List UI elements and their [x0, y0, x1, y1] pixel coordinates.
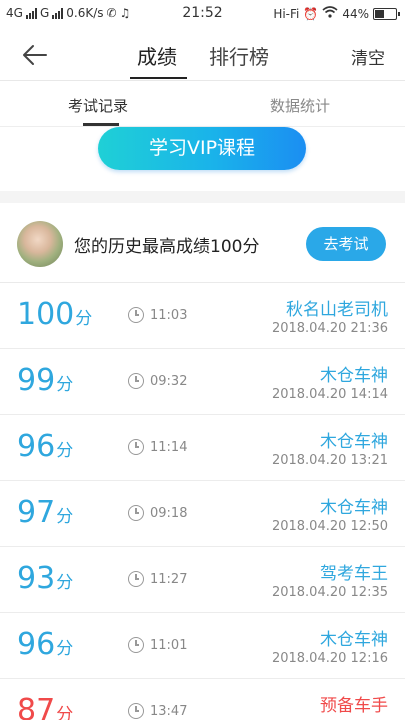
record-date: 2018.04.20 12:35 [271, 585, 388, 600]
active-subtab-indicator [83, 123, 119, 126]
wifi-icon [322, 6, 338, 21]
score-value: 96 [17, 627, 56, 662]
avatar[interactable] [17, 221, 63, 267]
battery-percent: 44% [342, 6, 369, 21]
list-item[interactable]: 87分 13:47 预备车手 [0, 679, 405, 720]
rank-title: 驾考车王 [320, 564, 388, 584]
duration: 09:32 [150, 373, 188, 389]
alarm-icon: ⏰ [303, 6, 319, 21]
sub-tabs: 考试记录 数据统计 [0, 81, 405, 127]
list-item[interactable]: 99分 09:32 木仓车神 2018.04.20 14:14 [0, 349, 405, 415]
score-value: 96 [17, 429, 56, 464]
record-date: 2018.04.20 12:50 [271, 519, 388, 534]
score-unit: 分 [56, 705, 74, 720]
score-value: 99 [17, 363, 56, 398]
duration: 13:47 [150, 703, 188, 719]
rank-title: 木仓车神 [320, 432, 388, 452]
tab-scores[interactable]: 成绩 [137, 41, 177, 70]
tab-ranking[interactable]: 排行榜 [209, 41, 269, 70]
score-value: 100 [17, 297, 75, 332]
rank-title: 木仓车神 [320, 498, 388, 518]
take-exam-button[interactable]: 去考试 [306, 227, 386, 261]
score-unit: 分 [56, 507, 74, 527]
back-arrow-icon[interactable] [20, 41, 50, 69]
list-item[interactable]: 96分 11:14 木仓车神 2018.04.20 13:21 [0, 415, 405, 481]
list-item[interactable]: 96分 11:01 木仓车神 2018.04.20 12:16 [0, 613, 405, 679]
clock-icon [128, 703, 144, 719]
section-divider [0, 191, 405, 203]
list-item[interactable]: 100分 11:03 秋名山老司机 2018.04.20 21:36 [0, 283, 405, 349]
clock-icon [128, 571, 144, 587]
clock-icon [128, 505, 144, 521]
score-unit: 分 [75, 309, 93, 329]
status-bar: 4G G 0.6K/s ✆ ♫ 21:52 Hi-Fi ⏰ 44% [0, 0, 405, 29]
score-value: 87 [17, 693, 56, 720]
hifi-label: Hi-Fi [273, 6, 300, 21]
record-date: 2018.04.20 13:21 [271, 453, 388, 468]
clock-icon [128, 439, 144, 455]
score-value: 93 [17, 561, 56, 596]
app-header: 成绩 排行榜 清空 [0, 29, 405, 81]
score-unit: 分 [56, 441, 74, 461]
clock-icon [128, 373, 144, 389]
record-date: 2018.04.20 14:14 [271, 387, 388, 402]
tab-data-stats[interactable]: 数据统计 [270, 95, 330, 116]
score-value: 97 [17, 495, 56, 530]
duration: 11:27 [150, 571, 188, 587]
record-date: 2018.04.20 21:36 [271, 321, 388, 336]
vip-section: 学习VIP课程 [0, 127, 405, 191]
rank-title: 木仓车神 [320, 366, 388, 386]
best-score-card: 您的历史最高成绩100分 去考试 [0, 203, 405, 283]
score-unit: 分 [56, 375, 74, 395]
list-item[interactable]: 93分 11:27 驾考车王 2018.04.20 12:35 [0, 547, 405, 613]
status-right: Hi-Fi ⏰ 44% [273, 6, 400, 21]
list-item[interactable]: 97分 09:18 木仓车神 2018.04.20 12:50 [0, 481, 405, 547]
rank-title: 秋名山老司机 [286, 300, 388, 320]
score-unit: 分 [56, 639, 74, 659]
record-date: 2018.04.20 12:16 [271, 651, 388, 666]
duration: 11:03 [150, 307, 188, 323]
vip-course-button[interactable]: 学习VIP课程 [98, 127, 306, 170]
clock-icon [128, 307, 144, 323]
active-tab-indicator [130, 77, 187, 79]
record-list: 100分 11:03 秋名山老司机 2018.04.20 21:36 99分 0… [0, 283, 405, 720]
duration: 11:14 [150, 439, 188, 455]
battery-icon [373, 7, 400, 20]
clock-icon [128, 637, 144, 653]
best-score-text: 您的历史最高成绩100分 [74, 237, 260, 257]
rank-title: 预备车手 [320, 696, 388, 716]
duration: 09:18 [150, 505, 188, 521]
duration: 11:01 [150, 637, 188, 653]
clear-button[interactable]: 清空 [351, 44, 385, 69]
tab-exam-records[interactable]: 考试记录 [68, 95, 128, 116]
rank-title: 木仓车神 [320, 630, 388, 650]
score-unit: 分 [56, 573, 74, 593]
